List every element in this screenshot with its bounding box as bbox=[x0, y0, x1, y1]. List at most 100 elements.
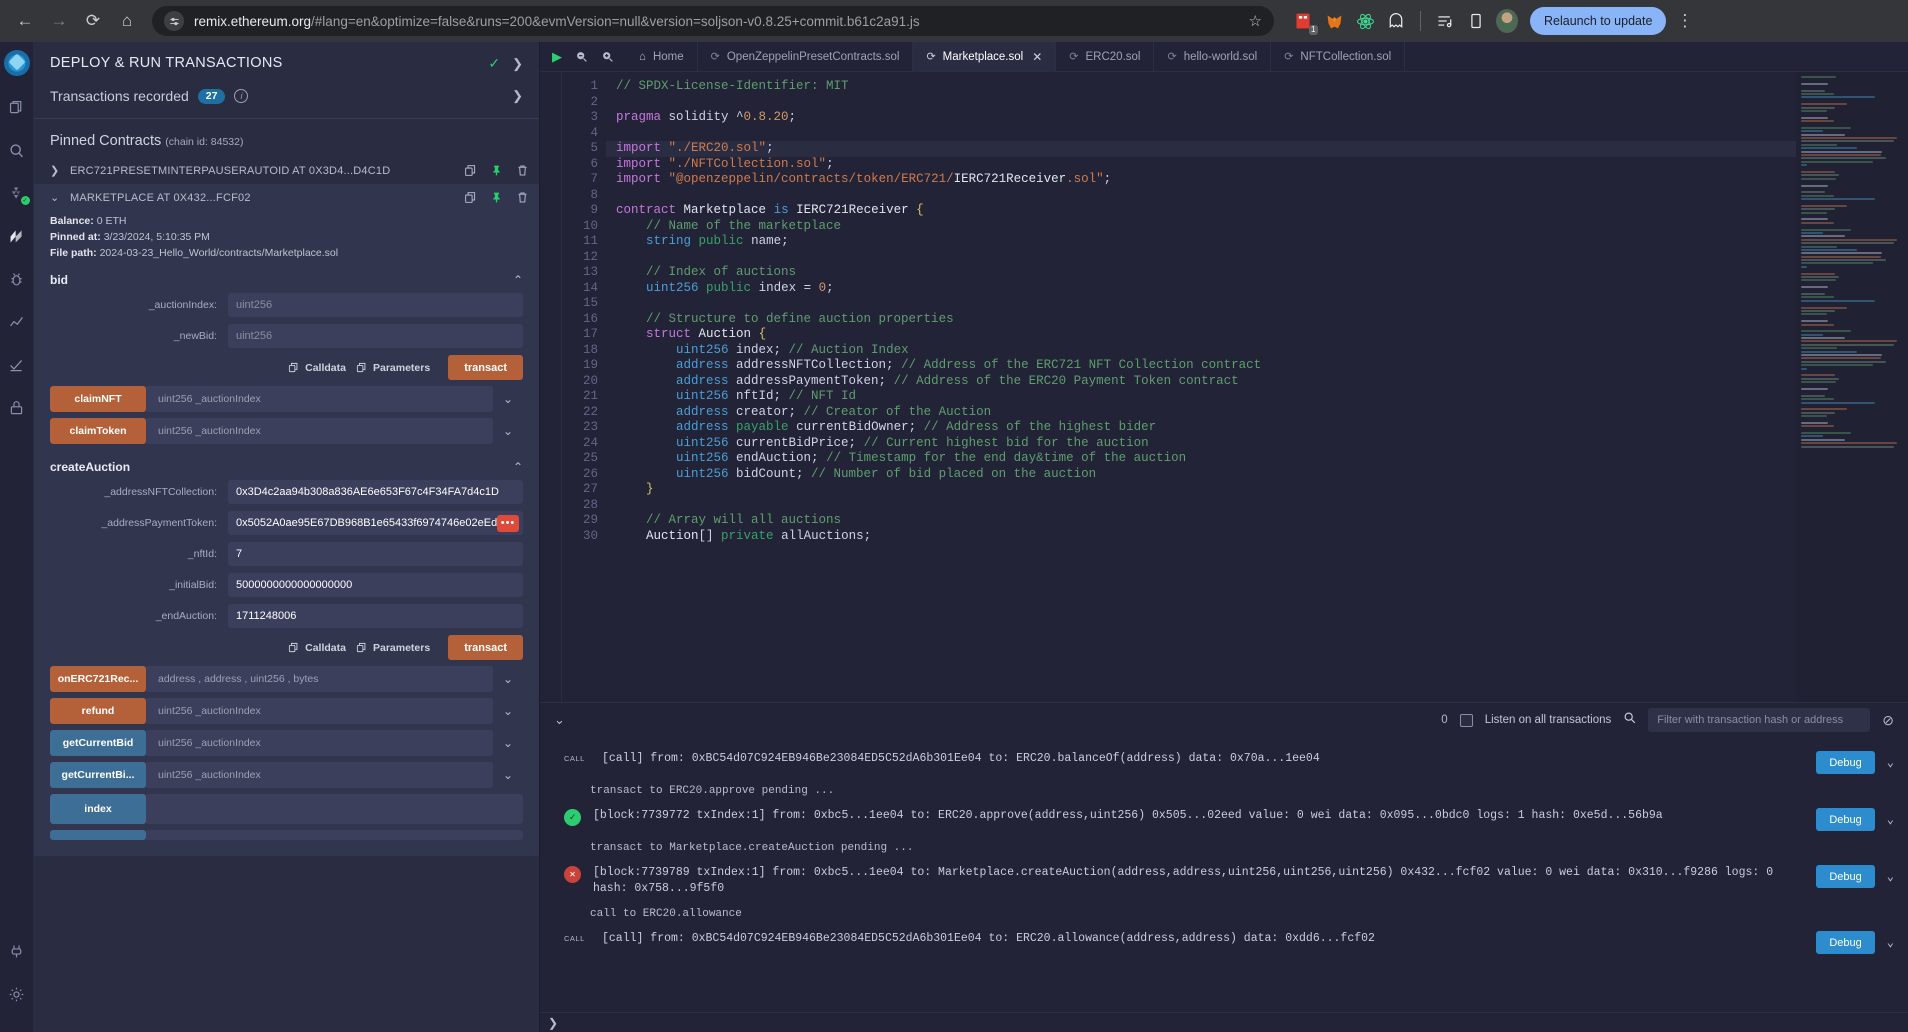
sidebar-item-unit-testing[interactable] bbox=[4, 350, 30, 380]
kebab-menu-icon[interactable]: ⋮ bbox=[1676, 12, 1693, 29]
chevron-up-icon[interactable]: ⌃ bbox=[513, 460, 523, 474]
no-entry-icon[interactable]: ⊘ bbox=[1882, 712, 1894, 729]
debug-button[interactable]: Debug bbox=[1816, 865, 1875, 888]
chevron-down-icon[interactable]: ⌄ bbox=[1887, 812, 1894, 827]
chevron-down-icon[interactable]: ⌄ bbox=[493, 730, 523, 756]
claimnft-button[interactable]: claimNFT bbox=[50, 386, 146, 412]
createauction-transact-button[interactable]: transact bbox=[448, 635, 523, 660]
chevron-up-icon[interactable]: ⌃ bbox=[513, 273, 523, 287]
chevron-down-icon[interactable]: ⌄ bbox=[493, 666, 523, 692]
trash-icon[interactable] bbox=[516, 164, 529, 177]
tab-nftcollection[interactable]: ⟳ NFTCollection.sol bbox=[1271, 42, 1406, 71]
bid-parameters-button[interactable]: Parameters bbox=[356, 362, 430, 374]
bid-auction-index-input[interactable] bbox=[228, 293, 523, 317]
partial-button[interactable] bbox=[50, 830, 146, 840]
tab-home[interactable]: ⌂ Home bbox=[626, 42, 698, 71]
remix-logo-icon[interactable] bbox=[3, 50, 30, 76]
device-icon[interactable] bbox=[1465, 10, 1487, 32]
index-button[interactable]: index bbox=[50, 794, 146, 824]
sidebar-item-search[interactable] bbox=[4, 135, 30, 165]
onerc721received-args[interactable]: address , address , uint256 , bytes bbox=[146, 666, 493, 692]
relaunch-to-update-button[interactable]: Relaunch to update bbox=[1530, 7, 1667, 35]
sidebar-item-file-explorer[interactable] bbox=[4, 92, 30, 122]
claimtoken-args[interactable]: uint256 _auctionIndex bbox=[146, 418, 493, 444]
partial-args[interactable] bbox=[146, 830, 523, 840]
forward-button[interactable]: → bbox=[44, 6, 74, 36]
createauction-endauction-input[interactable] bbox=[228, 604, 523, 628]
copy-icon[interactable] bbox=[464, 164, 477, 177]
extension-red-icon[interactable]: 1 bbox=[1292, 10, 1318, 35]
pin-icon[interactable] bbox=[490, 164, 503, 177]
zoom-in-icon[interactable] bbox=[601, 50, 614, 63]
chevron-down-icon[interactable]: ⌄ bbox=[493, 698, 523, 724]
close-icon[interactable]: ✕ bbox=[1032, 50, 1042, 64]
plugin-plug-icon[interactable] bbox=[4, 936, 30, 966]
debug-button[interactable]: Debug bbox=[1816, 931, 1875, 954]
debug-button[interactable]: Debug bbox=[1816, 751, 1875, 774]
check-icon[interactable]: ✓ bbox=[488, 55, 500, 72]
getcurrentbidowner-args[interactable]: uint256 _auctionIndex bbox=[146, 762, 493, 788]
tab-openzeppelinpresetcontracts[interactable]: ⟳ OpenZeppelinPresetContracts.sol bbox=[698, 42, 914, 71]
tab-marketplace[interactable]: ⟳ Marketplace.sol ✕ bbox=[913, 42, 1057, 71]
chevron-right-icon[interactable]: ❯ bbox=[512, 56, 523, 72]
tab-erc20[interactable]: ⟳ ERC20.sol bbox=[1056, 42, 1155, 71]
createauction-initialbid-input[interactable] bbox=[228, 573, 523, 597]
code-content[interactable]: // SPDX-License-Identifier: MIT pragma s… bbox=[606, 72, 1796, 702]
reload-button[interactable]: ⟳ bbox=[78, 6, 108, 36]
listen-all-transactions-checkbox[interactable] bbox=[1459, 713, 1473, 727]
back-button[interactable]: ← bbox=[10, 6, 40, 36]
home-button[interactable]: ⌂ bbox=[112, 6, 142, 36]
claimnft-args[interactable]: uint256 _auctionIndex bbox=[146, 386, 493, 412]
code-minimap[interactable] bbox=[1796, 72, 1908, 702]
transaction-filter-input[interactable] bbox=[1648, 708, 1871, 732]
metamask-fox-icon[interactable] bbox=[1323, 10, 1345, 32]
panel-scroll-area[interactable]: Pinned Contracts (chain id: 84532) ❯ ERC… bbox=[34, 119, 539, 1032]
refund-button[interactable]: refund bbox=[50, 698, 146, 724]
settings-gear-icon[interactable] bbox=[4, 979, 30, 1009]
address-bar[interactable]: remix.ethereum.org/#lang=en&optimize=fal… bbox=[152, 6, 1274, 36]
transactions-expand-icon[interactable]: ❯ bbox=[512, 88, 523, 104]
react-atom-icon[interactable] bbox=[1354, 10, 1376, 32]
chevron-down-icon[interactable]: ⌄ bbox=[1887, 755, 1894, 770]
getcurrentbid-button[interactable]: getCurrentBid bbox=[50, 730, 146, 756]
zoom-out-icon[interactable] bbox=[575, 50, 588, 63]
sidebar-item-solidity-compiler[interactable]: ✓ bbox=[4, 178, 30, 208]
bid-calldata-button[interactable]: Calldata bbox=[288, 362, 346, 374]
claimtoken-button[interactable]: claimToken bbox=[50, 418, 146, 444]
chevron-down-icon[interactable]: ⌄ bbox=[493, 418, 523, 444]
chevron-right-icon[interactable]: ❯ bbox=[50, 164, 61, 177]
chevron-down-icon[interactable]: ⌄ bbox=[493, 762, 523, 788]
run-script-icon[interactable]: ▶ bbox=[552, 49, 562, 65]
chevron-down-icon[interactable]: ⌄ bbox=[1887, 869, 1894, 884]
chevron-down-icon[interactable]: ⌄ bbox=[50, 191, 61, 204]
debug-button[interactable]: Debug bbox=[1816, 808, 1875, 831]
listen-all-transactions-label[interactable]: Listen on all transactions bbox=[1485, 714, 1612, 726]
chevron-down-icon[interactable]: ⌄ bbox=[1887, 935, 1894, 950]
chevrons-down-icon[interactable]: ⌄ bbox=[554, 712, 565, 728]
index-args[interactable] bbox=[146, 794, 523, 824]
getcurrentbidowner-button[interactable]: getCurrentBi... bbox=[50, 762, 146, 788]
onerc721received-button[interactable]: onERC721Rec... bbox=[50, 666, 146, 692]
createauction-nft-collection-input[interactable] bbox=[228, 480, 523, 504]
terminal-log-list[interactable]: CALL [call] from: 0xBC54d07C924EB946Be23… bbox=[540, 737, 1908, 1012]
copy-icon[interactable] bbox=[464, 191, 477, 204]
code-editor[interactable]: 1 2 3 4 5 6 7 8 9 10 11 12 13 14 15 16 17 18 19 20 21 22 23 24 2… bbox=[540, 72, 1908, 702]
field-overflow-dots-button[interactable]: ••• bbox=[497, 514, 519, 532]
sidebar-item-debugger[interactable] bbox=[4, 264, 30, 294]
chevron-right-icon[interactable]: ❯ bbox=[548, 1016, 558, 1030]
sidebar-item-plugin-manager[interactable] bbox=[4, 393, 30, 423]
phantom-ghost-icon[interactable] bbox=[1385, 10, 1407, 32]
createauction-payment-token-input[interactable] bbox=[228, 511, 523, 535]
profile-avatar[interactable] bbox=[1496, 9, 1518, 33]
getcurrentbid-args[interactable]: uint256 _auctionIndex bbox=[146, 730, 493, 756]
refund-args[interactable]: uint256 _auctionIndex bbox=[146, 698, 493, 724]
site-settings-icon[interactable] bbox=[164, 11, 184, 31]
pinned-contract-row[interactable]: ❯ ERC721PRESETMINTERPAUSERAUTOID AT 0X3D… bbox=[34, 157, 539, 184]
search-icon[interactable] bbox=[1623, 711, 1636, 729]
tab-hello-world[interactable]: ⟳ hello-world.sol bbox=[1154, 42, 1272, 71]
bookmark-star-icon[interactable]: ☆ bbox=[1249, 12, 1262, 30]
createauction-parameters-button[interactable]: Parameters bbox=[356, 642, 430, 654]
bid-transact-button[interactable]: transact bbox=[448, 355, 523, 380]
createauction-calldata-button[interactable]: Calldata bbox=[288, 642, 346, 654]
createauction-nftid-input[interactable] bbox=[228, 542, 523, 566]
